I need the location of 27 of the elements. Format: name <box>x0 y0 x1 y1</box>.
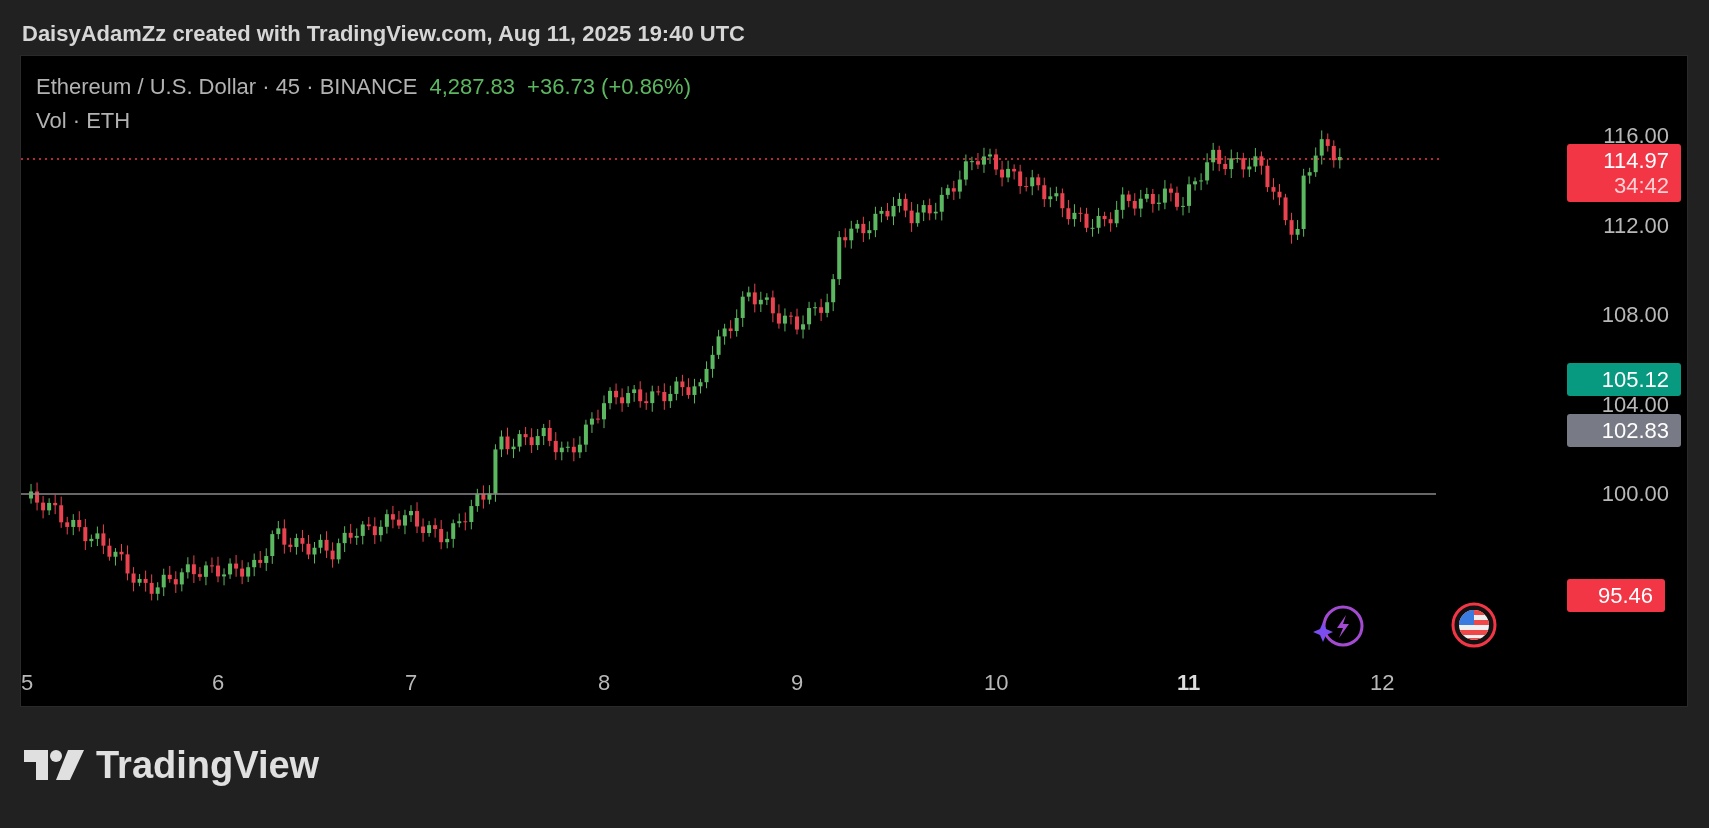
price-tick: 116.00 <box>1603 124 1669 148</box>
price-tick: 112.00 <box>1603 213 1669 238</box>
time-tick: 7 <box>405 670 418 696</box>
price-value: 102.83 <box>1601 418 1669 443</box>
countdown-timer: 34:42 <box>1613 173 1669 198</box>
symbol-title: Ethereum / U.S. Dollar · 45 · BINANCE <box>36 74 418 100</box>
volume-label: Vol · ETH <box>36 108 132 134</box>
price-tick: 104.00 <box>1601 392 1669 417</box>
price-tick: 108.00 <box>1601 303 1669 327</box>
time-tick: 10 <box>984 670 1009 696</box>
time-tick: 11 <box>1177 670 1201 696</box>
brand-logo <box>24 750 84 780</box>
time-tick: 5 <box>21 670 34 696</box>
time-tick: 9 <box>791 670 804 696</box>
price-tick: 100.00 <box>1601 482 1669 506</box>
price-value: 95.46 <box>1597 583 1653 608</box>
brand-name: TradingView <box>96 745 320 785</box>
time-tick: 12 <box>1370 670 1395 696</box>
flag-icon <box>1451 602 1497 648</box>
lightning-icon <box>1313 604 1365 648</box>
price-value: 105.12 <box>1601 367 1669 392</box>
last-price: 4,287.83 <box>429 74 516 100</box>
price-change: +36.73 (+0.86%) <box>527 74 691 100</box>
time-tick: 8 <box>598 670 611 696</box>
price-value: 114.97 <box>1603 148 1669 173</box>
attribution-text: DaisyAdamZz created with TradingView.com, Aug 11, 2025 19:40 UTC <box>21 20 746 48</box>
time-tick: 6 <box>212 670 225 696</box>
